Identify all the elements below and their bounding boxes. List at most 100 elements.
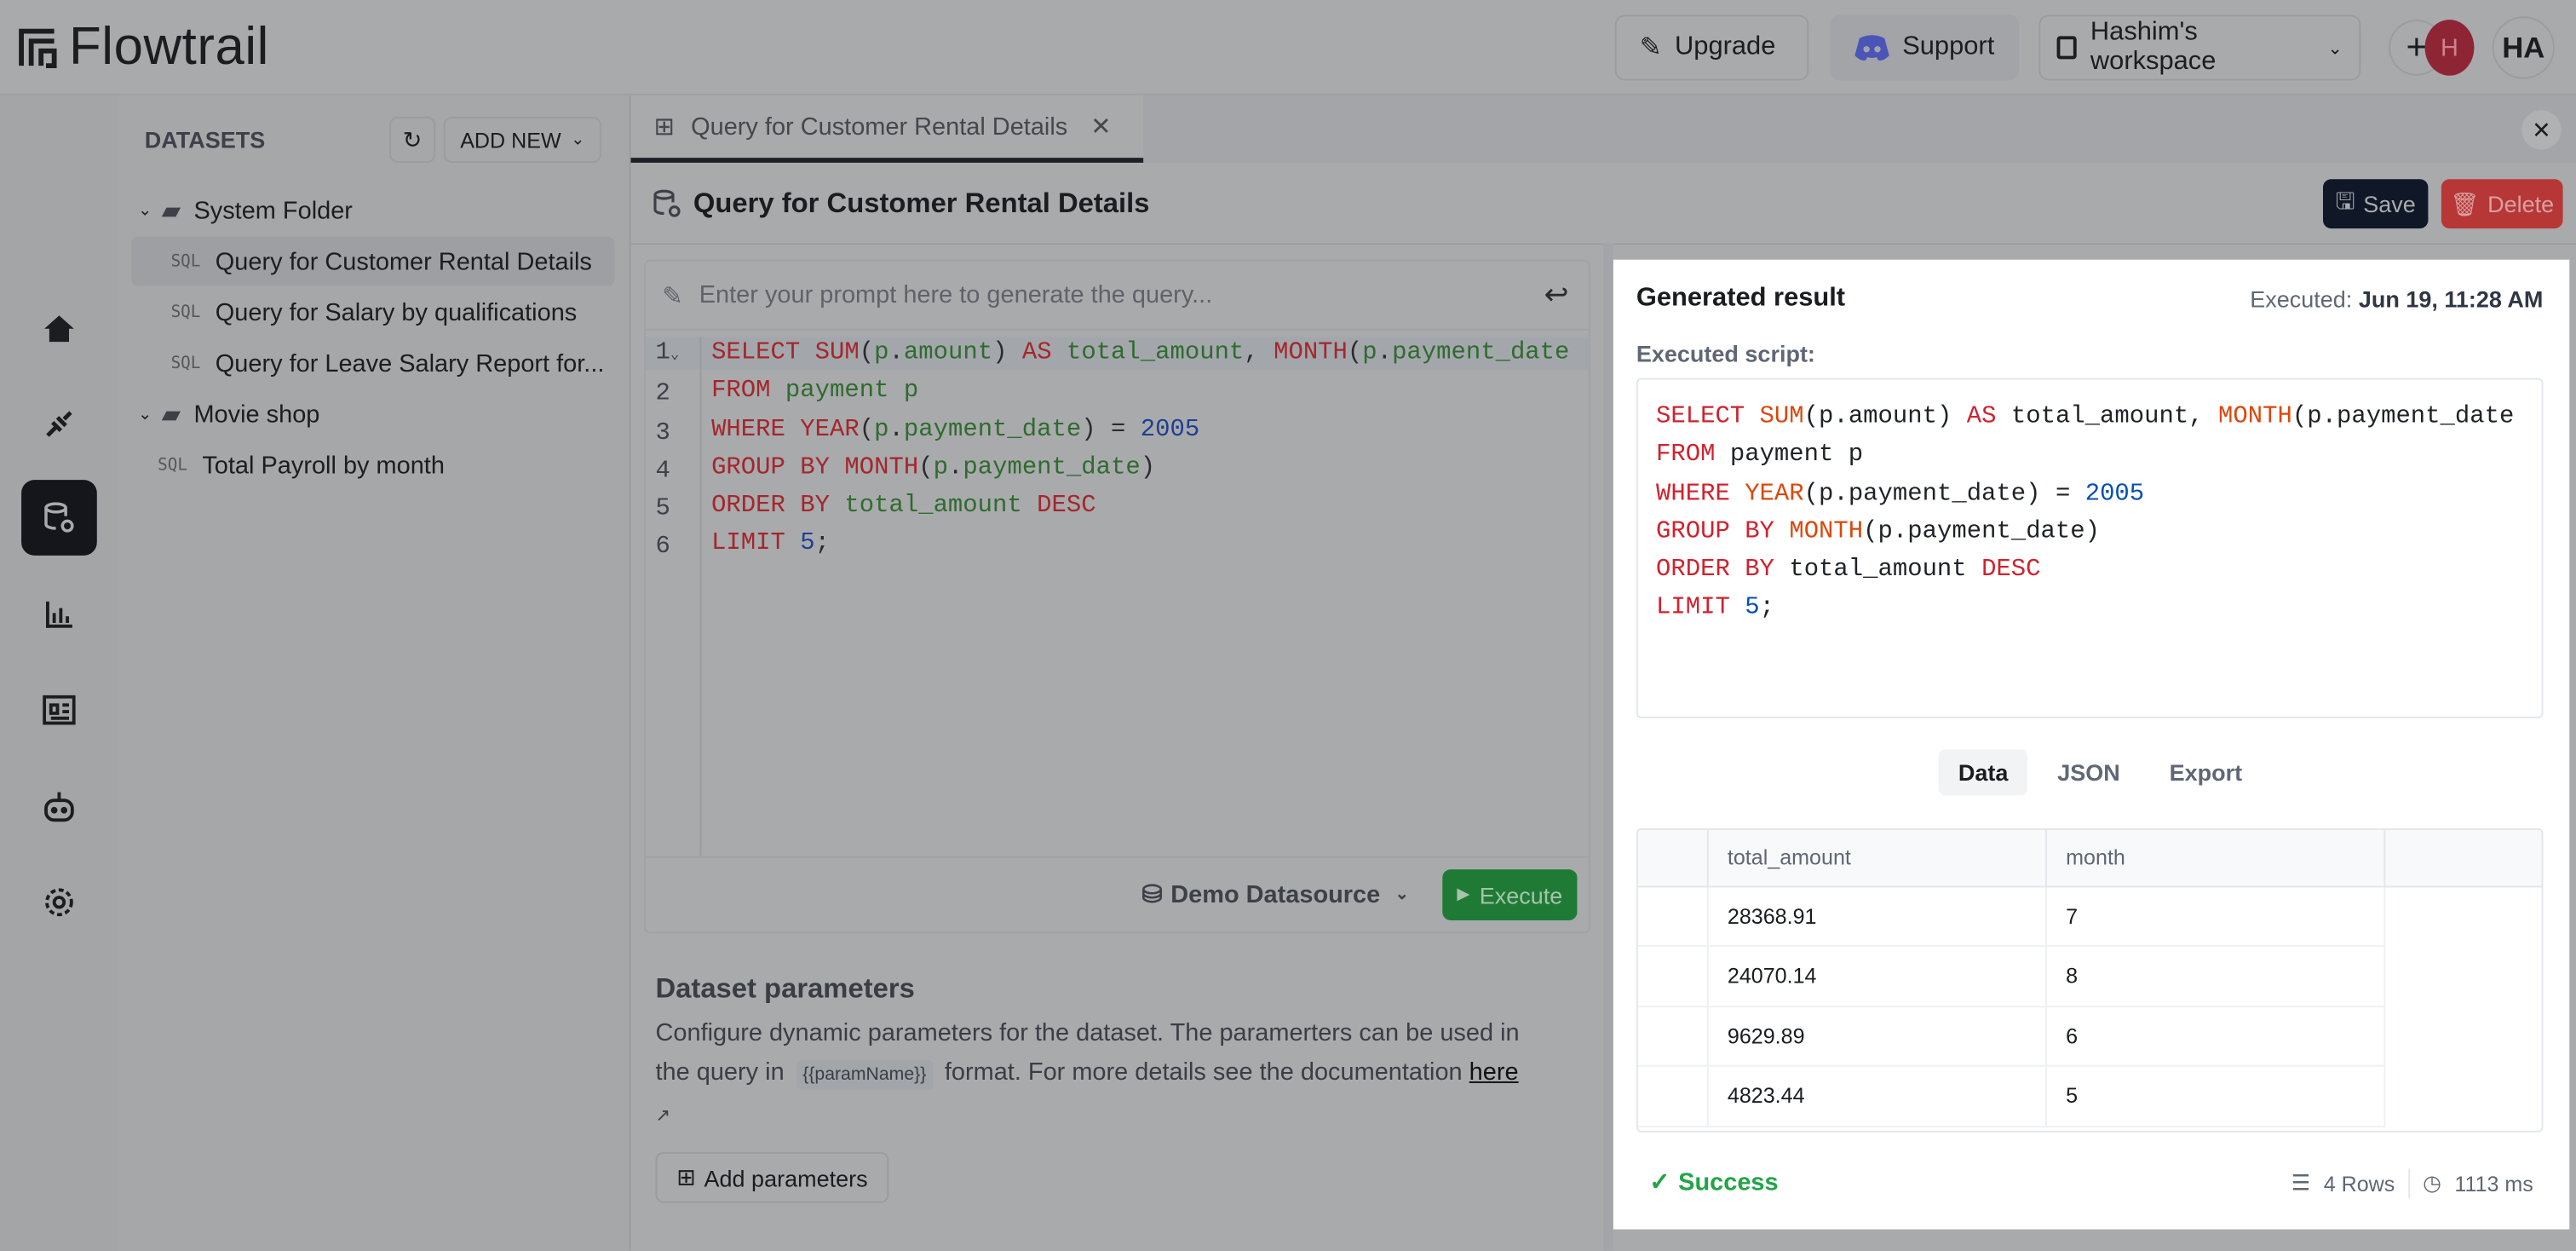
params-description: Configure dynamic parameters for the dat… [655, 1014, 1575, 1136]
table-cell: 28368.91 [1706, 885, 2047, 947]
table-row: 4823.44 5 [1637, 1065, 2542, 1127]
column-header[interactable]: month [2045, 829, 2385, 887]
home-icon[interactable] [21, 291, 97, 366]
datasource-label: Demo Datasource [1170, 879, 1381, 908]
bot-icon[interactable] [21, 770, 97, 845]
support-button[interactable]: Support [1830, 14, 2020, 81]
gear-icon[interactable] [21, 864, 97, 940]
code-line: FROM payment p [711, 377, 919, 406]
code-line: WHERE YEAR(p.payment_date) = 2005 [1655, 479, 2145, 508]
table-row: 28368.91 7 [1637, 885, 2542, 947]
folder-item[interactable]: ⌄ ▰ System Folder [131, 186, 614, 235]
app-name: Flowtrail [68, 16, 269, 76]
dashboard-icon[interactable] [21, 672, 97, 748]
result-table: total_amount month 28368.91 7 24070.14 8 9629.… [1636, 827, 2544, 1133]
desc-line1: Configure dynamic parameters for the dat… [655, 1018, 1520, 1047]
save-button[interactable]: 🖫 Save [2322, 179, 2429, 229]
dataset-icon[interactable] [21, 480, 97, 556]
folder-name: Movie shop [193, 400, 320, 429]
execute-button[interactable]: ▶ Execute [1442, 869, 1578, 920]
folder-icon: ▰ [161, 401, 181, 429]
table-cell: 6 [2045, 1006, 2385, 1067]
enter-icon[interactable]: ↩ [1544, 278, 1569, 312]
flowtrail-logo-icon [19, 27, 57, 68]
workspace-selector[interactable]: Hashim's workspace ⌄ [2038, 14, 2361, 81]
external-link-icon[interactable]: ↗ [655, 1106, 670, 1126]
result-stats: ☰ 4 Rows ◷ 1113 ms [2291, 1168, 2533, 1198]
workspace-label: Hashim's workspace [2090, 18, 2217, 76]
line-number: 4 [655, 456, 670, 485]
dataset-name: Query for Leave Salary Report for... [215, 349, 605, 378]
dataset-name: Query for Salary by qualifications [215, 298, 578, 326]
executed-at: Jun 19, 11:28 AM [2358, 285, 2544, 313]
save-label: Save [2363, 190, 2416, 217]
code-line: LIMIT 5; [711, 529, 831, 558]
database-icon: ⛁ [1141, 880, 1163, 909]
discord-icon [1854, 35, 1889, 61]
sql-icon: SQL [170, 354, 201, 372]
divider [2407, 1168, 2410, 1198]
delete-button[interactable]: 🗑 Delete [2441, 179, 2563, 229]
play-icon: ▶ [1457, 885, 1470, 904]
table-cell: 5 [2045, 1065, 2385, 1127]
tab-bar-fill [1143, 95, 2576, 163]
chart-icon[interactable] [21, 577, 97, 653]
user-avatar[interactable]: HA [2492, 16, 2555, 79]
close-tab-icon[interactable]: ✕ [1090, 112, 1111, 141]
line-number: 1⌄ [655, 338, 680, 367]
tab-label: Query for Customer Rental Details [691, 112, 1068, 141]
status-label: Success [1678, 1167, 1779, 1196]
chevron-down-icon: ⌄ [137, 201, 152, 220]
rows-count: 4 Rows [2323, 1171, 2395, 1196]
logo[interactable]: Flowtrail [16, 16, 269, 77]
workspace-icon [2056, 36, 2078, 60]
execute-label: Execute [1479, 881, 1563, 908]
code-line: SELECT SUM(p.amount) AS total_amount, MO… [1655, 402, 2515, 431]
delete-label: Delete [2487, 190, 2555, 217]
tab-json[interactable]: JSON [2038, 749, 2140, 795]
table-cell: 8 [2045, 945, 2385, 1007]
dataset-item[interactable]: SQL Query for Leave Salary Report for... [131, 338, 614, 388]
dataset-item[interactable]: SQL Total Payroll by month [131, 441, 614, 490]
documentation-link[interactable]: here [1469, 1058, 1519, 1087]
upgrade-label: Upgrade [1674, 32, 1776, 61]
tab-data[interactable]: Data [1938, 749, 2028, 796]
nav-rail [0, 95, 118, 1251]
rows-icon: ☰ [2291, 1170, 2311, 1196]
line-number: 2 [655, 380, 670, 408]
prompt-input[interactable]: ✎ Enter your prompt here to generate the… [645, 262, 1589, 331]
tab-query[interactable]: ⊞ Query for Customer Rental Details ✕ [630, 95, 1144, 163]
add-new-button[interactable]: ADD NEW ⌄ [443, 116, 601, 163]
close-panel-button[interactable]: ✕ [2521, 110, 2562, 150]
dataset-item[interactable]: SQL Query for Salary by qualifications [131, 287, 614, 337]
params-title: Dataset parameters [655, 972, 915, 1005]
table-cell: 7 [2045, 885, 2385, 947]
folder-item[interactable]: ⌄ ▰ Movie shop [131, 389, 614, 439]
member-avatar[interactable]: H [2424, 20, 2475, 76]
datasets-title: DATASETS [144, 126, 266, 153]
sql-editor[interactable]: SELECT SUM(p.amount) AS total_amount, MO… [711, 333, 1585, 563]
refresh-button[interactable]: ↻ [389, 116, 436, 163]
result-tabs: Data JSON Export [1938, 749, 2263, 796]
add-new-label: ADD NEW [460, 127, 561, 153]
splitter [1603, 243, 1613, 1251]
datasource-selector[interactable]: ⛁ Demo Datasource ⌄ [1141, 879, 1408, 909]
plug-icon[interactable] [21, 386, 97, 462]
upgrade-button[interactable]: ✎ Upgrade [1614, 14, 1809, 81]
status: ✓ Success [1649, 1167, 1778, 1196]
table-icon: ⊞ [653, 113, 675, 141]
code-line: GROUP BY MONTH(p.payment_date) [1655, 517, 2101, 546]
column-header[interactable]: total_amount [1706, 829, 2047, 887]
add-parameters-button[interactable]: ⊞ Add parameters [655, 1151, 889, 1203]
dataset-item[interactable]: SQL Query for Customer Rental Details [131, 236, 615, 286]
table-header: total_amount month [1637, 829, 2542, 887]
duration: 1113 ms [2454, 1171, 2533, 1196]
sql-icon: SQL [170, 303, 201, 322]
code-line: WHERE YEAR(p.payment_date) = 2005 [711, 415, 1200, 443]
support-label: Support [1902, 32, 1995, 61]
tab-export[interactable]: Export [2150, 749, 2263, 795]
chevron-down-icon: ⌄ [2327, 38, 2343, 59]
trash-icon: 🗑 [2450, 189, 2480, 216]
editor-card: ✎ Enter your prompt here to generate the… [643, 259, 1590, 934]
dataset-name: Query for Customer Rental Details [215, 247, 592, 276]
